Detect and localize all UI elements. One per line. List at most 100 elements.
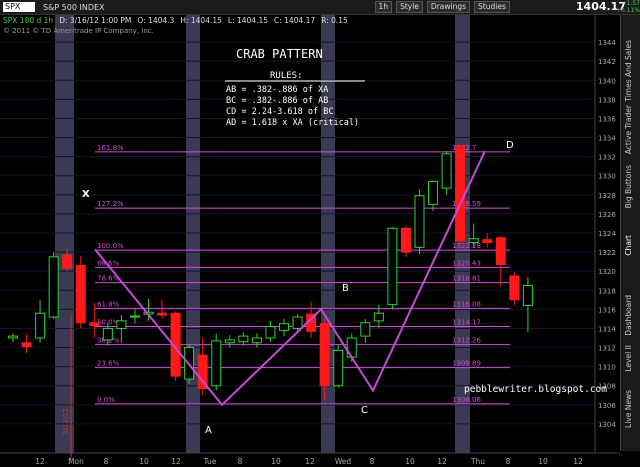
time-tick-label: 10 [538,457,548,466]
side-panel: Times And Sales Active Trader Big Buttons C… [620,15,640,451]
point-a-label: A [205,425,212,436]
candle-body [333,349,344,387]
fib-price-label: 1318.81 [452,275,481,283]
candle-body [238,335,249,343]
drawings-button[interactable]: Drawings [426,1,471,13]
candle-body [8,335,18,339]
watermark: pebblewriter.blogspot.com [464,384,607,395]
time-tick-label: Tue [203,457,217,466]
candle-body [75,264,86,324]
price-change: +1.57 +0.11% [616,0,640,14]
time-tick-label: Wed [335,457,352,466]
price-tick-label: 1336 [598,115,616,123]
bar-high: H: 1404.15 [180,16,222,25]
price-tick-label: 1310 [598,364,616,372]
bar-open: O: 1404.3 [137,16,175,25]
candle-body [509,275,520,301]
vertical-date-label: 3/12/12 [62,408,70,435]
fib-price-label: 1320.43 [452,259,481,267]
candle-body [414,195,425,248]
fib-percent-label: 0.0% [97,396,115,404]
fib-percent-label: 23.6% [97,360,120,368]
side-tab-times-and-sales[interactable]: Times And Sales [624,40,633,102]
candle-body [224,339,235,344]
price-tick-label: 1338 [598,96,616,104]
price-tick-label: 1320 [598,268,616,276]
price-tick-label: 1312 [598,345,616,353]
time-tick-label: 8 [506,457,511,466]
candle-body [89,322,100,327]
candle-body [468,238,479,244]
chart-symbol-period: SPX 180 d 1h [3,16,54,25]
candle-body [522,285,533,307]
time-tick-label: 8 [104,457,109,466]
candle-body [251,337,262,344]
price-tick-label: 1342 [598,58,616,66]
point-c-label: C [361,405,368,416]
price-tick-label: 1316 [598,306,616,314]
point-d-label: D [506,140,514,151]
symbol-input[interactable]: SPX [3,2,35,12]
candle-body [428,180,439,205]
fib-percent-label: 127.2% [97,200,124,208]
fib-percent-label: 161.8% [97,144,124,152]
fib-price-label: 1316.08 [452,300,481,308]
info-bar: SPX 180 d 1h D: 3/16/12 1:00 PM O: 1404.3 H… [0,15,598,35]
time-tick-label: 10 [271,457,281,466]
candle-body [48,256,59,318]
fib-price-label: 1322.28 [452,242,481,250]
instrument-name: S&P 500 INDEX [43,2,105,12]
price-tick-label: 1326 [598,211,616,219]
bar-range: R: 0.15 [321,16,348,25]
chart-title: CRAB PATTERN [236,47,323,61]
candle-body [21,342,32,348]
candle-body [373,312,384,322]
candle-body [387,227,398,306]
candle-body [157,312,168,316]
rule-ab: AB = .382-.886 of XA [226,85,328,95]
time-tick-label: 12 [573,457,583,466]
time-tick-label: 12 [171,457,181,466]
side-tab-live-news[interactable]: Live News [624,390,633,428]
style-button[interactable]: Style [396,1,423,13]
side-tab-level-ii[interactable]: Level II [624,345,633,372]
bar-low: L: 1404.15 [227,16,269,25]
change-value: +1.57 [621,0,640,7]
side-tab-chart[interactable]: Chart [624,235,633,256]
fib-price-label: 1306.06 [452,396,481,404]
point-x-label: X [82,189,90,200]
fib-price-label: 1309.89 [452,360,481,368]
candle-body [455,145,466,242]
candle-body [62,254,73,269]
chart-background [0,15,620,467]
candle-body [400,227,411,253]
price-tick-label: 1328 [598,192,616,200]
fib-percent-label: 100.0% [97,242,124,250]
time-tick-label: 12 [437,457,447,466]
candle-body [292,316,303,329]
time-tick-label: 12 [305,457,315,466]
candle-body [495,237,506,265]
time-tick-label: Mon [68,457,84,466]
candle-body [482,239,493,244]
candle-body [116,320,127,329]
candle-body [265,326,276,339]
bar-close: C: 1404.17 [274,16,316,25]
side-tab-big-buttons[interactable]: Big Buttons [624,165,633,208]
studies-button[interactable]: Studies [474,1,510,13]
rules-header: RULES: [270,71,303,81]
side-tab-dashboard[interactable]: Dashboard [624,295,633,336]
candle-body [35,312,46,339]
price-tick-label: 1332 [598,154,616,162]
price-tick-label: 1334 [598,135,616,143]
side-tab-active-trader[interactable]: Active Trader [624,105,633,154]
candle-body [129,315,140,318]
rule-ad: AD = 1.618 x XA (critical) [226,118,359,128]
price-tick-label: 1324 [598,230,616,238]
bar-date: D: 3/16/12 1:00 PM [59,16,132,25]
candle-body [441,153,452,189]
fib-percent-label: 61.8% [97,300,120,308]
candle-body [211,340,222,387]
period-button[interactable]: 1h [374,1,393,13]
price-chart[interactable]: 161.8%1332.7127.2%1326.59100.0%1322.2888… [0,15,620,467]
